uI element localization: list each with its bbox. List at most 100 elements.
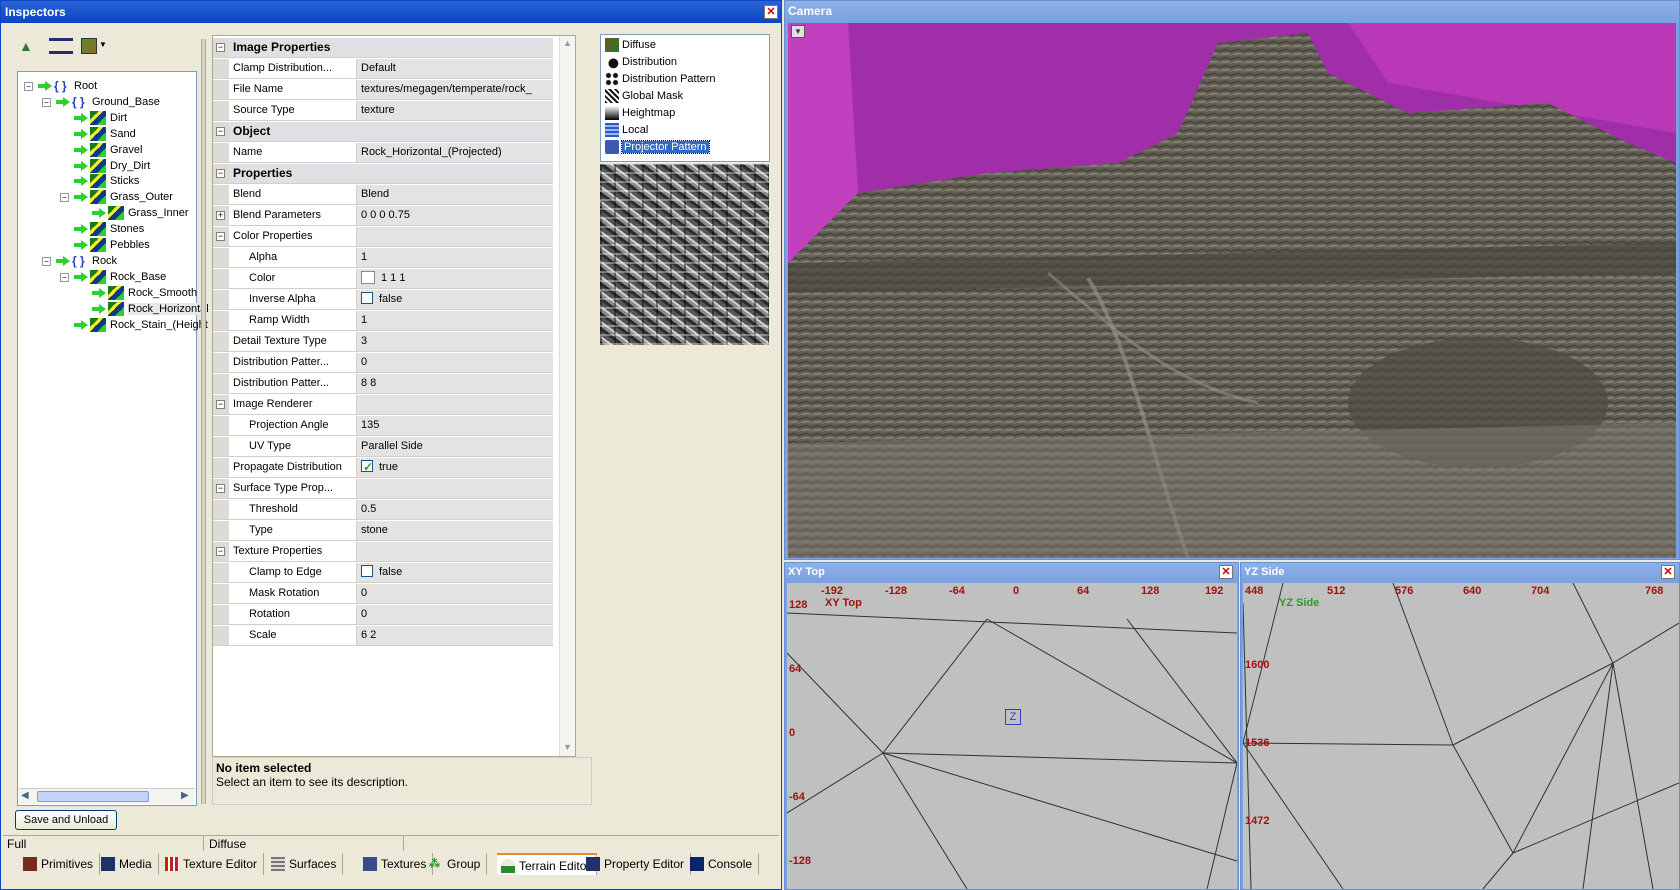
property-row[interactable]: Distribution Patter... 8 8 (213, 374, 553, 394)
tree-item[interactable]: Stones (74, 221, 144, 237)
property-row[interactable]: Ramp Width 1 (213, 311, 553, 331)
property-value[interactable]: stone (357, 521, 553, 540)
property-category[interactable]: − Object (213, 122, 553, 142)
property-row[interactable]: Threshold 0.5 (213, 500, 553, 520)
property-value[interactable]: 0 0 0 0.75 (357, 206, 553, 225)
property-row[interactable]: Projection Angle 135 (213, 416, 553, 436)
property-value[interactable]: Rock_Horizontal_(Projected) (357, 143, 553, 162)
camera-viewport[interactable]: ▼ (788, 23, 1676, 558)
property-row[interactable]: Rotation 0 (213, 605, 553, 625)
tree-item[interactable]: Rock_Smooth (92, 285, 197, 301)
tree-horizontal-scrollbar[interactable]: ◀ ▶ (19, 788, 195, 804)
property-row[interactable]: Type stone (213, 521, 553, 541)
property-row[interactable]: − Texture Properties (213, 542, 553, 562)
layers-dropdown-icon[interactable] (49, 38, 73, 54)
tab-property-editor[interactable]: Property Editor (582, 853, 692, 875)
property-row[interactable]: Alpha 1 (213, 248, 553, 268)
tree-expander-icon[interactable]: − (60, 193, 69, 203)
property-row[interactable]: − Image Renderer (213, 395, 553, 415)
chevron-down-icon[interactable]: ▼ (99, 40, 107, 49)
property-value[interactable] (357, 227, 553, 246)
color-swatch[interactable] (361, 270, 375, 284)
tree-item[interactable]: Gravel (74, 142, 142, 158)
yz-side-close-button[interactable]: ✕ (1661, 565, 1675, 579)
property-value[interactable]: 0.5 (357, 500, 553, 519)
scroll-up-icon[interactable]: ▲ (563, 38, 572, 48)
tree-expander-icon[interactable]: − (24, 82, 33, 91)
property-value[interactable]: Blend (357, 185, 553, 204)
property-row[interactable]: Clamp Distribution... Default (213, 59, 553, 79)
z-axis-marker[interactable]: Z (1005, 709, 1021, 725)
property-row[interactable]: Scale 6 2 (213, 626, 553, 646)
tree-item[interactable]: Rock_Horizontal (92, 301, 209, 317)
layer-list-item[interactable]: Distribution (605, 54, 677, 70)
property-value[interactable]: 135 (357, 416, 553, 435)
save-and-unload-button[interactable]: Save and Unload (15, 810, 117, 830)
tree-item[interactable]: Rock_Stain_(Height (74, 317, 208, 333)
property-category[interactable]: − Properties (213, 164, 553, 184)
tree-item[interactable]: { } Root (38, 78, 97, 94)
collapse-icon[interactable]: − (216, 127, 225, 136)
tab-texture-editor[interactable]: Texture Editor (161, 853, 265, 875)
tree-item[interactable]: Grass_Outer (74, 189, 173, 205)
tab-media[interactable]: Media (97, 853, 159, 875)
property-value[interactable]: false (357, 563, 553, 582)
tab-primitives[interactable]: Primitives (19, 853, 101, 875)
property-value[interactable]: textures/megagen/temperate/rock_ (357, 80, 553, 99)
tree-item[interactable]: Sand (74, 126, 136, 142)
property-value[interactable]: texture (357, 101, 553, 120)
tab-textures[interactable]: Textures (359, 853, 434, 875)
property-value[interactable]: 3 (357, 332, 553, 351)
collapse-icon[interactable]: − (216, 232, 225, 241)
collapse-icon[interactable]: − (216, 400, 225, 409)
scroll-down-icon[interactable]: ▼ (563, 742, 572, 752)
property-row[interactable]: Propagate Distribution true (213, 458, 553, 478)
property-row[interactable]: − Surface Type Prop... (213, 479, 553, 499)
property-row[interactable]: Inverse Alpha false (213, 290, 553, 310)
expand-icon[interactable]: + (216, 211, 225, 220)
property-value[interactable]: 6 2 (357, 626, 553, 645)
property-row[interactable]: + Blend Parameters 0 0 0 0.75 (213, 206, 553, 226)
property-value[interactable]: 8 8 (357, 374, 553, 393)
property-row[interactable]: Name Rock_Horizontal_(Projected) (213, 143, 553, 163)
scroll-right-icon[interactable]: ▶ (181, 790, 189, 801)
xy-top-viewport[interactable]: -192 -128 -64 0 64 128 192 128 64 0 -64 -128 XY To… (787, 583, 1237, 889)
property-value[interactable]: 0 (357, 353, 553, 372)
property-value[interactable]: false (357, 290, 553, 309)
panel-splitter[interactable] (201, 39, 206, 804)
property-row[interactable]: Source Type texture (213, 101, 553, 121)
checkbox[interactable] (361, 292, 373, 305)
tree-item[interactable]: { } Rock (56, 253, 117, 269)
scroll-thumb[interactable] (37, 791, 149, 802)
tab-console[interactable]: Console (686, 853, 760, 875)
checkbox[interactable] (361, 458, 373, 477)
tree-item[interactable]: Sticks (74, 173, 139, 189)
tree-item[interactable]: Rock_Base (74, 269, 166, 285)
terrain-icon[interactable]: ▲ (19, 38, 35, 54)
property-row[interactable]: Detail Texture Type 3 (213, 332, 553, 352)
layer-list-item[interactable]: Local (605, 122, 648, 138)
property-value[interactable]: Default (357, 59, 553, 78)
layer-tree[interactable]: −{ } Root −{ } Ground_Base Dirt Sand Gravel Dry… (17, 71, 209, 806)
property-value[interactable] (357, 542, 553, 561)
property-value[interactable]: 1 (357, 248, 553, 267)
property-value[interactable] (357, 395, 553, 414)
tab-surfaces[interactable]: Surfaces (267, 853, 344, 875)
property-value[interactable]: 0 (357, 605, 553, 624)
tree-expander-icon[interactable]: − (60, 272, 69, 282)
property-row[interactable]: Color 1 1 1 (213, 269, 553, 289)
property-category[interactable]: − Image Properties (213, 38, 553, 58)
property-grid[interactable]: − Image Properties Clamp Distribution... De… (212, 35, 576, 757)
yz-side-viewport[interactable]: 448 512 576 640 704 768 1600 1536 1472 YZ Side (1243, 583, 1679, 889)
tree-expander-icon[interactable]: − (42, 256, 51, 266)
property-value[interactable]: true (357, 458, 553, 477)
layer-type-list[interactable]: Diffuse Distribution Distribution Pattern G… (600, 34, 770, 162)
collapse-icon[interactable]: − (216, 169, 225, 178)
tree-expander-icon[interactable]: − (42, 97, 51, 107)
property-value[interactable]: 0 (357, 584, 553, 603)
tab-group[interactable]: ⁂ Group (425, 853, 488, 875)
property-value[interactable]: 1 (357, 311, 553, 330)
tree-item[interactable]: { } Ground_Base (56, 94, 160, 110)
property-row[interactable]: − Color Properties (213, 227, 553, 247)
collapse-icon[interactable]: − (216, 547, 225, 556)
